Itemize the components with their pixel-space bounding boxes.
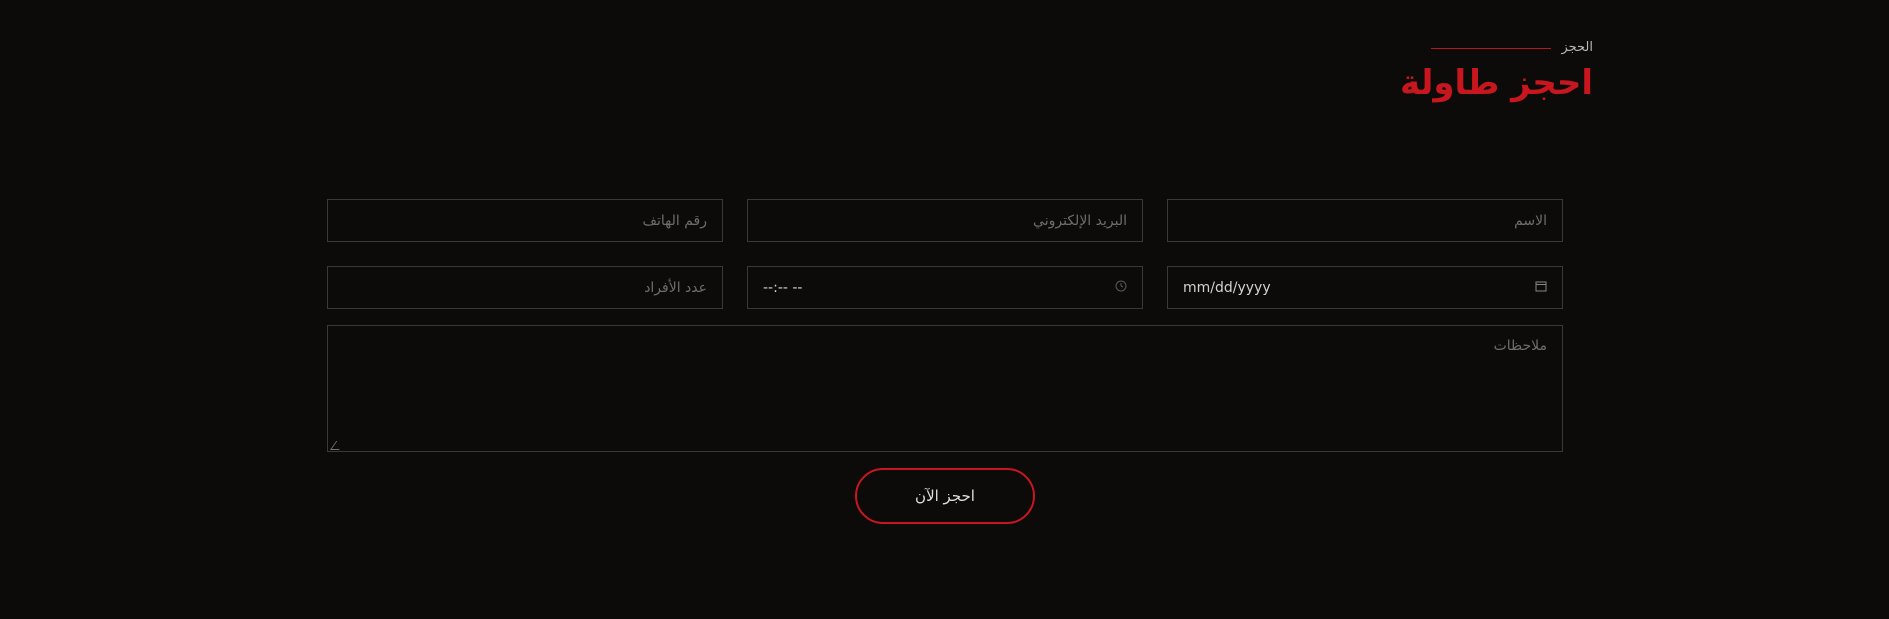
calendar-icon[interactable] [1535, 280, 1547, 295]
notes-placeholder: ملاحظات [1493, 338, 1547, 354]
email-field[interactable]: البريد الإلكتروني [747, 199, 1143, 242]
email-placeholder: البريد الإلكتروني [1033, 212, 1127, 229]
book-now-button[interactable]: احجز الآن [855, 468, 1035, 524]
phone-field[interactable]: رقم الهاتف [327, 199, 723, 242]
reservation-form: الاسم البريد الإلكتروني رقم الهاتف mm/dd… [327, 199, 1563, 524]
name-placeholder: الاسم [1514, 212, 1547, 229]
time-value: --:-- -- [763, 279, 803, 296]
date-field[interactable]: mm/dd/yyyy [1167, 266, 1563, 309]
reservation-header: الحجز احجز طاولة [1293, 40, 1593, 104]
eyebrow-label: الحجز [1561, 40, 1593, 55]
date-value: mm/dd/yyyy [1183, 279, 1271, 296]
time-field[interactable]: --:-- -- [747, 266, 1143, 309]
phone-placeholder: رقم الهاتف [642, 212, 707, 229]
clock-icon[interactable] [1115, 280, 1127, 295]
guests-placeholder: عدد الأفراد [644, 279, 707, 296]
submit-container: احجز الآن [327, 468, 1563, 524]
notes-textarea[interactable]: ملاحظات [327, 325, 1563, 452]
eyebrow-divider [1431, 47, 1552, 49]
form-row-1: الاسم البريد الإلكتروني رقم الهاتف [327, 199, 1563, 242]
section-eyebrow: الحجز [1293, 40, 1593, 56]
name-field[interactable]: الاسم [1167, 199, 1563, 242]
guests-field[interactable]: عدد الأفراد [327, 266, 723, 309]
form-row-2: mm/dd/yyyy --:-- -- عدد الأفراد [327, 266, 1563, 309]
resize-handle-icon[interactable] [330, 441, 346, 450]
page-title: احجز طاولة [1400, 63, 1593, 103]
